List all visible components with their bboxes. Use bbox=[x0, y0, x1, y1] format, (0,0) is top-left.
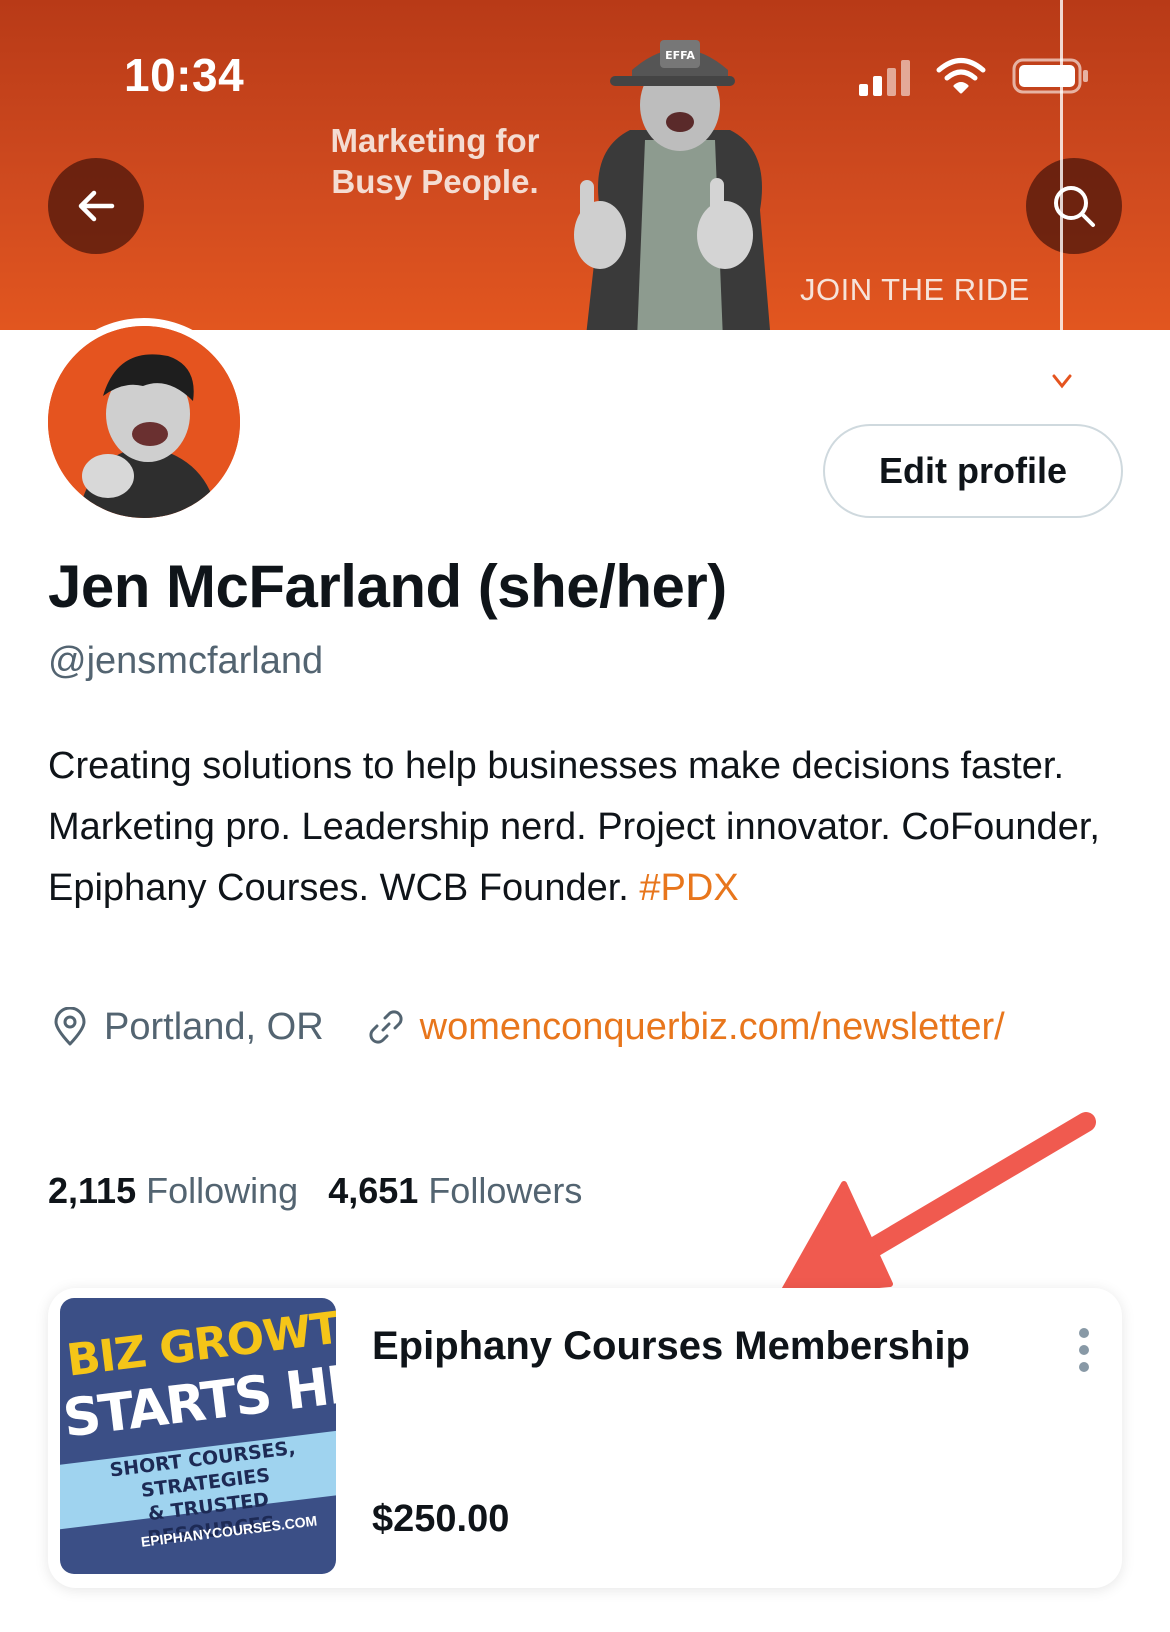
search-button[interactable] bbox=[1026, 158, 1122, 254]
profile-website-link[interactable]: womenconquerbiz.com/newsletter/ bbox=[420, 1006, 1005, 1049]
profile-location: Portland, OR bbox=[104, 1005, 324, 1048]
cap-logo-text: EFFA bbox=[665, 49, 695, 62]
bio-hashtag-link[interactable]: #PDX bbox=[639, 867, 738, 909]
avatar-image bbox=[48, 326, 240, 518]
location-pin-icon bbox=[48, 1005, 92, 1049]
followers-count: 4,651 bbox=[328, 1170, 419, 1211]
bio-text: Creating solutions to help businesses ma… bbox=[48, 745, 1100, 909]
banner-tagline-line2: Busy People. bbox=[331, 163, 539, 200]
battery-icon bbox=[1012, 58, 1088, 94]
annotation-down-arrow-icon bbox=[1052, 374, 1072, 389]
annotation-guide-line bbox=[1060, 0, 1063, 382]
product-price: $250.00 bbox=[372, 1498, 510, 1540]
profile-stats: 2,115 Following 4,651 Followers bbox=[48, 1170, 582, 1212]
annotation-arrow-icon bbox=[779, 1112, 1096, 1297]
following-stat[interactable]: 2,115 Following bbox=[48, 1170, 298, 1212]
more-options-button[interactable] bbox=[1064, 1322, 1104, 1378]
profile-banner: 10:34 Marketing for Busy People. EFFA JO… bbox=[0, 0, 1170, 330]
profile-handle: @jensmcfarland bbox=[48, 640, 324, 682]
search-icon bbox=[1054, 186, 1095, 227]
profile-name: Jen McFarland (she/her) bbox=[48, 553, 727, 620]
link-icon bbox=[364, 1005, 408, 1049]
product-image: BIZ GROWTH STARTS HERE SHORT COURSES, ST… bbox=[60, 1298, 336, 1574]
followers-stat[interactable]: 4,651 Followers bbox=[328, 1170, 582, 1212]
more-dot-icon bbox=[1079, 1362, 1089, 1372]
back-button[interactable] bbox=[48, 158, 144, 254]
more-dot-icon bbox=[1079, 1345, 1089, 1355]
profile-meta: Portland, OR womenconquerbiz.com/newslet… bbox=[48, 1005, 1005, 1049]
avatar[interactable] bbox=[40, 318, 248, 526]
cellular-signal-icon bbox=[859, 56, 910, 96]
banner-person-image: EFFA bbox=[574, 40, 770, 330]
banner-cta-text: JOIN THE RIDE bbox=[800, 272, 1030, 307]
edit-profile-button[interactable]: Edit profile bbox=[823, 424, 1123, 518]
product-title: Epiphany Courses Membership bbox=[372, 1324, 970, 1368]
more-dot-icon bbox=[1079, 1328, 1089, 1338]
arrow-left-icon bbox=[78, 190, 115, 222]
wifi-icon bbox=[936, 58, 986, 94]
banner-tagline-line1: Marketing for bbox=[330, 122, 540, 159]
status-icons bbox=[859, 56, 1090, 96]
followers-label: Followers bbox=[428, 1170, 583, 1211]
profile-bio: Creating solutions to help businesses ma… bbox=[48, 736, 1138, 919]
banner-tagline: Marketing for Busy People. bbox=[320, 120, 550, 202]
status-time: 10:34 bbox=[124, 49, 245, 101]
following-label: Following bbox=[146, 1170, 299, 1211]
following-count: 2,115 bbox=[48, 1170, 137, 1211]
shop-product-card[interactable]: BIZ GROWTH STARTS HERE SHORT COURSES, ST… bbox=[48, 1288, 1122, 1588]
